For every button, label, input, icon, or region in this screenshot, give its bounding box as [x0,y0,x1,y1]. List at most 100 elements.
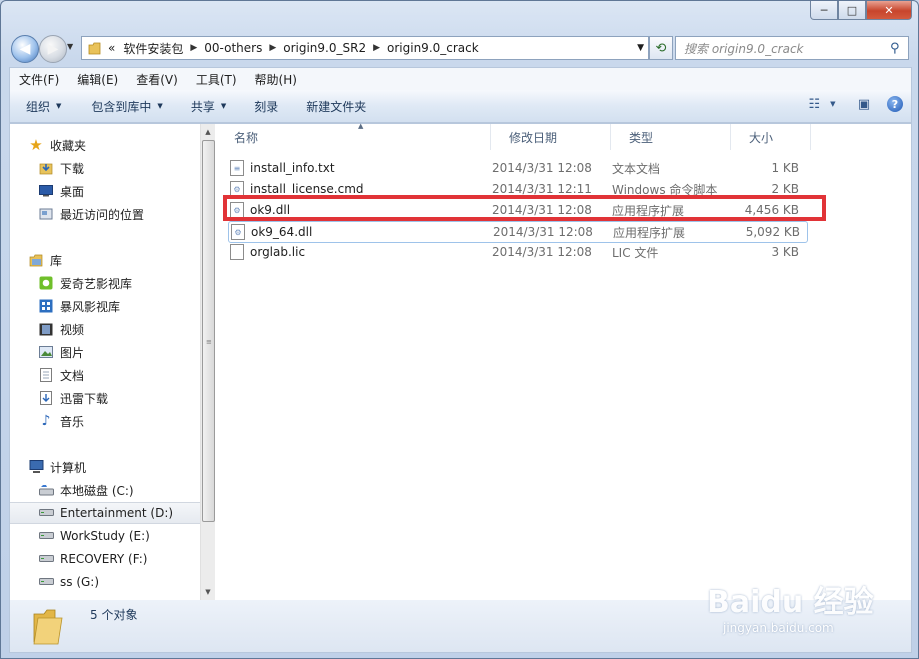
picture-icon [38,344,54,360]
breadcrumb-item-2[interactable]: origin9.0_SR2 ▶ [283,41,387,55]
breadcrumb-overflow[interactable]: « [108,41,115,55]
file-row[interactable]: ⚙ ok9.dll 2014/3/31 12:08 应用程序扩展 4,456 KB [228,200,806,220]
preview-pane-icon: ▣ [857,96,871,112]
file-name: install_license.cmd [250,182,364,196]
address-dropdown-icon[interactable]: ▼ [637,43,644,53]
view-controls: ☷ ▼ ▣ ? [808,96,903,112]
baofeng-icon [38,298,54,314]
nav-videos[interactable]: 视频 [10,318,200,340]
organize-button[interactable]: 组织 ▼ [10,98,73,115]
file-type: 文本文档 [612,161,661,176]
content-area: ★ 收藏夹 下载 桌面 最近访问的位置 库 爱奇艺影视库 暴风影视库 视频 图片… [9,122,912,601]
column-header-name[interactable]: 名称 ▲ [216,122,491,150]
file-list: 名称 ▲ 修改日期 类型 大小 ≡ install_info.txt 2014/3… [216,122,911,600]
help-icon[interactable]: ? [887,96,903,112]
nav-drive-f[interactable]: RECOVERY (F:) [10,548,200,570]
chevron-right-icon[interactable]: ▶ [190,43,197,53]
library-icon [28,252,44,268]
menu-tools[interactable]: 工具(T) [187,71,246,88]
nav-drive-d[interactable]: Entertainment (D:) [10,502,200,524]
file-row[interactable]: orglab.lic 2014/3/31 12:08 LIC 文件 3 KB [228,242,806,262]
preview-pane-button[interactable]: ▣ [855,96,873,112]
nav-libraries[interactable]: 库 [10,249,200,271]
explorer-window: ─ □ ✕ ◀ ▶ ▼ « 软件安装包 ▶ 00-others ▶ origin9.… [0,0,919,659]
file-row[interactable]: ⚙ install_license.cmd 2014/3/31 12:11 Win… [228,179,806,199]
nav-iqiyi-library[interactable]: 爱奇艺影视库 [10,272,200,294]
nav-pane-scrollbar[interactable]: ▲ ≡ ▼ [200,124,215,600]
menu-edit[interactable]: 编辑(E) [68,71,127,88]
nav-drive-c[interactable]: 本地磁盘 (C:) [10,479,200,501]
nav-drive-g[interactable]: ss (G:) [10,571,200,593]
file-name: orglab.lic [250,245,306,259]
file-row[interactable]: ⚙ ok9_64.dll 2014/3/31 12:08 应用程序扩展 5,092… [228,221,808,243]
nav-label: Entertainment (D:) [60,506,174,520]
chevron-down-icon: ▼ [56,102,62,110]
nav-label: 文档 [60,368,85,383]
nav-pictures[interactable]: 图片 [10,341,200,363]
minimize-button[interactable]: ─ [810,1,838,20]
chevron-right-icon[interactable]: ▶ [373,43,380,53]
breadcrumb-item-3[interactable]: origin9.0_crack [387,41,479,55]
change-view-button[interactable]: ☷ ▼ [808,96,835,112]
drive-icon [38,528,54,544]
chevron-right-icon[interactable]: ▶ [269,43,276,53]
nav-baofeng-library[interactable]: 暴风影视库 [10,295,200,317]
nav-label: 最近访问的位置 [60,207,145,222]
nav-label: 图片 [60,345,85,360]
file-row[interactable]: ≡ install_info.txt 2014/3/31 12:08 文本文档 1… [228,158,806,178]
nav-label: 暴风影视库 [60,299,121,314]
view-list-icon: ☷ [808,96,821,112]
chevron-down-icon: ▼ [830,100,836,108]
details-pane: 5 个对象 [9,600,912,653]
nav-label: 视频 [60,322,85,337]
drive-icon [38,574,54,590]
nav-music[interactable]: ♪ 音乐 [10,410,200,432]
nav-label: 桌面 [60,184,85,199]
nav-computer[interactable]: 计算机 [10,456,200,478]
nav-favorites[interactable]: ★ 收藏夹 [10,134,200,156]
column-header-size[interactable]: 大小 [731,124,811,150]
folder-icon [88,42,101,54]
nav-drive-e[interactable]: WorkStudy (E:) [10,525,200,547]
close-button[interactable]: ✕ [866,1,912,20]
breadcrumb-label: 软件安装包 [123,41,184,56]
column-label: 大小 [749,130,774,145]
include-in-library-button[interactable]: 包含到库中 ▼ [73,98,174,115]
forward-button[interactable]: ▶ [39,35,67,63]
nav-label: 本地磁盘 (C:) [60,483,134,498]
search-input[interactable]: 搜索 origin9.0_crack ⚲ [675,36,909,60]
scrollbar-thumb[interactable]: ≡ [202,140,215,522]
column-label: 类型 [629,130,654,145]
nav-documents[interactable]: 文档 [10,364,200,386]
nav-thunder-downloads[interactable]: 迅雷下载 [10,387,200,409]
system-drive-icon [38,482,54,498]
column-header-type[interactable]: 类型 [611,124,731,150]
file-size: 1 KB [771,161,799,175]
breadcrumb-item-0[interactable]: 软件安装包 ▶ [123,40,204,57]
address-bar[interactable]: « 软件安装包 ▶ 00-others ▶ origin9.0_SR2 ▶ origi… [81,36,649,60]
share-button[interactable]: 共享 ▼ [175,98,238,115]
menu-file[interactable]: 文件(F) [10,71,68,88]
back-button[interactable]: ◀ [11,35,39,63]
file-type: 应用程序扩展 [613,225,686,240]
command-label: 包含到库中 [91,99,152,114]
scroll-up-icon[interactable]: ▲ [201,124,215,140]
burn-button[interactable]: 刻录 [238,98,290,115]
breadcrumb-item-1[interactable]: 00-others ▶ [204,41,283,55]
script-file-icon: ⚙ [230,181,244,197]
nav-label: RECOVERY (F:) [60,552,148,566]
nav-downloads[interactable]: 下载 [10,157,200,179]
maximize-button[interactable]: □ [838,1,866,20]
menu-help[interactable]: 帮助(H) [246,71,306,88]
recent-pages-dropdown[interactable]: ▼ [67,42,73,51]
menu-view[interactable]: 查看(V) [127,71,187,88]
search-placeholder: 搜索 origin9.0_crack [684,41,804,56]
column-header-date[interactable]: 修改日期 [491,124,611,150]
nav-desktop[interactable]: 桌面 [10,180,200,202]
refresh-button[interactable]: ⟲ [649,36,673,60]
nav-recent-places[interactable]: 最近访问的位置 [10,203,200,225]
refresh-icon: ⟲ [655,40,667,56]
search-icon[interactable]: ⚲ [890,41,908,56]
scroll-down-icon[interactable]: ▼ [201,584,215,600]
new-folder-button[interactable]: 新建文件夹 [290,98,378,115]
